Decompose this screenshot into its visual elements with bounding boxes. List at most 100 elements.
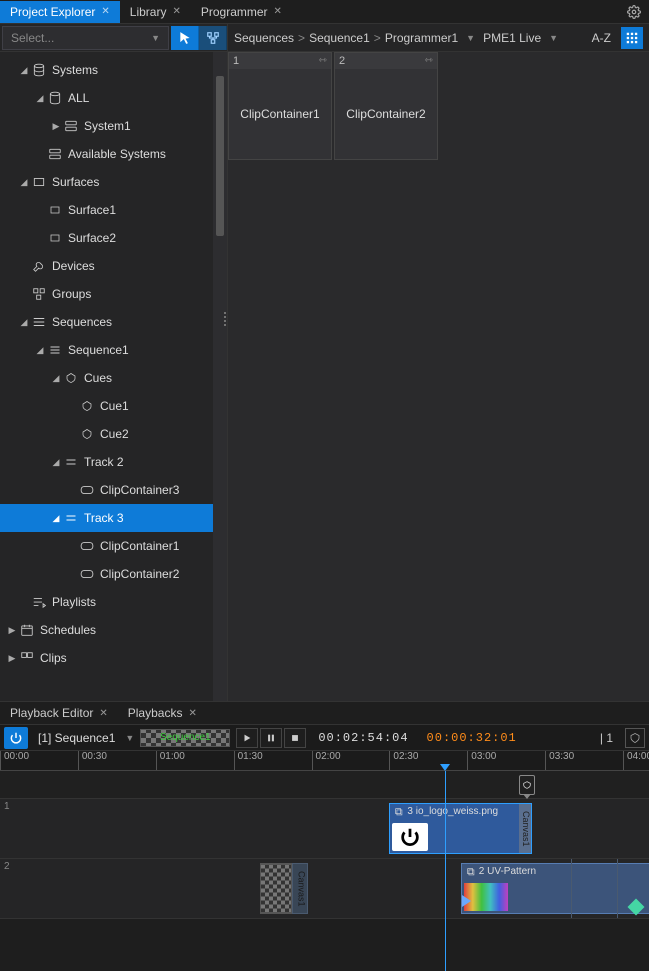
checker-clip-stub[interactable]	[260, 863, 292, 914]
tree-cues[interactable]: Cues	[0, 364, 227, 392]
sequence-thumbnail[interactable]: Sequence1	[140, 729, 230, 747]
tree-label: ClipContainer1	[96, 539, 179, 553]
tree-devices[interactable]: Devices	[0, 252, 227, 280]
tree-system1[interactable]: System1	[0, 112, 227, 140]
tree-cue1[interactable]: Cue1	[0, 392, 227, 420]
pause-button[interactable]	[260, 728, 282, 748]
splitter-handle[interactable]	[222, 312, 228, 326]
cue-marker[interactable]	[519, 775, 535, 795]
clip-number: 2	[339, 55, 345, 67]
tree-surface2[interactable]: Surface2	[0, 224, 227, 252]
tree-clipcontainer2[interactable]: ClipContainer2	[0, 560, 227, 588]
expand-icon[interactable]	[34, 345, 46, 356]
clip-card-1[interactable]: 1 ⇿ ClipContainer1	[228, 52, 332, 160]
tree-sequence1[interactable]: Sequence1	[0, 336, 227, 364]
stretch-icon: ⇿	[319, 55, 327, 67]
close-icon[interactable]: ✕	[274, 6, 282, 17]
tree-systems[interactable]: Systems	[0, 56, 227, 84]
bottom-tab-bar: Playback Editor ✕ Playbacks ✕	[0, 701, 649, 725]
sort-button[interactable]: A-Z	[586, 29, 617, 47]
tab-project-explorer[interactable]: Project Explorer ✕	[0, 1, 120, 23]
tree-cue2[interactable]: Cue2	[0, 420, 227, 448]
chevron-down-icon[interactable]: ▼	[462, 33, 479, 43]
timeline-track-1[interactable]: 1 3 io_logo_weiss.png Canvas1	[0, 799, 649, 859]
cue-icon	[78, 428, 96, 440]
shield-button[interactable]	[625, 728, 645, 748]
clip-uv-pattern[interactable]: 2 UV-Pattern	[461, 863, 649, 914]
cursor-tool-button[interactable]	[171, 26, 199, 50]
stop-button[interactable]	[284, 728, 306, 748]
marker-lane[interactable]	[0, 771, 649, 799]
timeline-ruler[interactable]: 00:00 00:30 01:00 01:30 02:00 02:30 03:0…	[0, 751, 649, 771]
ruler-tick: 01:30	[234, 751, 263, 770]
canvas-stub[interactable]: Canvas1	[292, 863, 308, 914]
tree-clipcontainer3[interactable]: ClipContainer3	[0, 476, 227, 504]
clip-number: 1	[233, 55, 239, 67]
grid-view-button[interactable]	[621, 27, 643, 49]
clip-card-2[interactable]: 2 ⇿ ClipContainer2	[334, 52, 438, 160]
play-button[interactable]	[236, 728, 258, 748]
tree-surface1[interactable]: Surface1	[0, 196, 227, 224]
tree-available-systems[interactable]: Available Systems	[0, 140, 227, 168]
timeline[interactable]: 1 3 io_logo_weiss.png Canvas1 2 Canvas1 …	[0, 771, 649, 971]
track-number: 2	[4, 861, 10, 872]
clip-io-logo[interactable]: 3 io_logo_weiss.png Canvas1	[389, 803, 532, 854]
sequence-selector[interactable]: [1] Sequence1	[34, 731, 119, 745]
breadcrumb[interactable]: Sequence1	[309, 31, 370, 45]
expand-icon[interactable]	[50, 121, 62, 132]
tab-playbacks[interactable]: Playbacks ✕	[118, 702, 207, 724]
playhead[interactable]	[445, 771, 446, 971]
ruler-tick: 03:30	[545, 751, 574, 770]
tree-clipcontainer1[interactable]: ClipContainer1	[0, 532, 227, 560]
scrollbar[interactable]	[213, 52, 227, 701]
power-button[interactable]	[4, 727, 28, 749]
expand-icon[interactable]	[18, 317, 30, 328]
clip-label-text: 3 io_logo_weiss.png	[407, 806, 498, 817]
select-dropdown[interactable]: Select... ▼	[2, 26, 169, 50]
gear-icon[interactable]	[619, 1, 649, 23]
tree-sequences[interactable]: Sequences	[0, 308, 227, 336]
tree-track3[interactable]: Track 3	[0, 504, 227, 532]
expand-icon[interactable]	[6, 653, 18, 664]
breadcrumb[interactable]: Sequences	[234, 31, 294, 45]
cue-icon	[62, 372, 80, 384]
tree-playlists[interactable]: Playlists	[0, 588, 227, 616]
tab-library[interactable]: Library ✕	[120, 1, 191, 23]
close-icon[interactable]: ✕	[101, 6, 109, 17]
timeline-track-2[interactable]: 2 Canvas1 2 UV-Pattern	[0, 859, 649, 919]
breadcrumb[interactable]: Programmer1	[385, 31, 458, 45]
tree-groups[interactable]: Groups	[0, 280, 227, 308]
timecode-current: 00:00:32:01	[421, 731, 523, 745]
expand-icon[interactable]	[50, 457, 62, 468]
tab-programmer[interactable]: Programmer ✕	[191, 1, 292, 23]
tree-label: Surface1	[64, 203, 116, 217]
expand-icon[interactable]	[34, 93, 46, 104]
tree-schedules[interactable]: Schedules	[0, 616, 227, 644]
tree-clips[interactable]: Clips	[0, 644, 227, 672]
tree-all[interactable]: ALL	[0, 84, 227, 112]
playback-toolbar: [1] Sequence1 ▼ Sequence1 00:02:54:04 00…	[0, 725, 649, 751]
tree-track2[interactable]: Track 2	[0, 448, 227, 476]
expand-icon[interactable]	[6, 625, 18, 636]
chevron-down-icon[interactable]: ▼	[125, 733, 134, 743]
close-icon[interactable]: ✕	[188, 708, 196, 719]
ruler-tick: 00:00	[0, 751, 29, 770]
clip-label-text: 2 UV-Pattern	[479, 866, 536, 877]
top-tab-bar: Project Explorer ✕ Library ✕ Programmer …	[0, 0, 649, 24]
chevron-down-icon[interactable]: ▼	[545, 33, 562, 43]
main-split: Select... ▼ Systems ALL	[0, 24, 649, 701]
expand-icon[interactable]	[18, 177, 30, 188]
playlist-icon	[30, 595, 48, 609]
tree-surfaces[interactable]: Surfaces	[0, 168, 227, 196]
track-icon	[62, 512, 80, 524]
close-icon[interactable]: ✕	[99, 708, 107, 719]
project-tree[interactable]: Systems ALL System1 Available Systems S	[0, 52, 227, 701]
tree-label: Devices	[48, 259, 95, 273]
expand-icon[interactable]	[50, 513, 62, 524]
expand-icon[interactable]	[50, 373, 62, 384]
structure-tool-button[interactable]	[199, 26, 227, 50]
pme-dropdown[interactable]: PME1 Live	[483, 31, 541, 45]
expand-icon[interactable]	[18, 65, 30, 76]
tab-playback-editor[interactable]: Playback Editor ✕	[0, 702, 118, 724]
close-icon[interactable]: ✕	[172, 6, 180, 17]
